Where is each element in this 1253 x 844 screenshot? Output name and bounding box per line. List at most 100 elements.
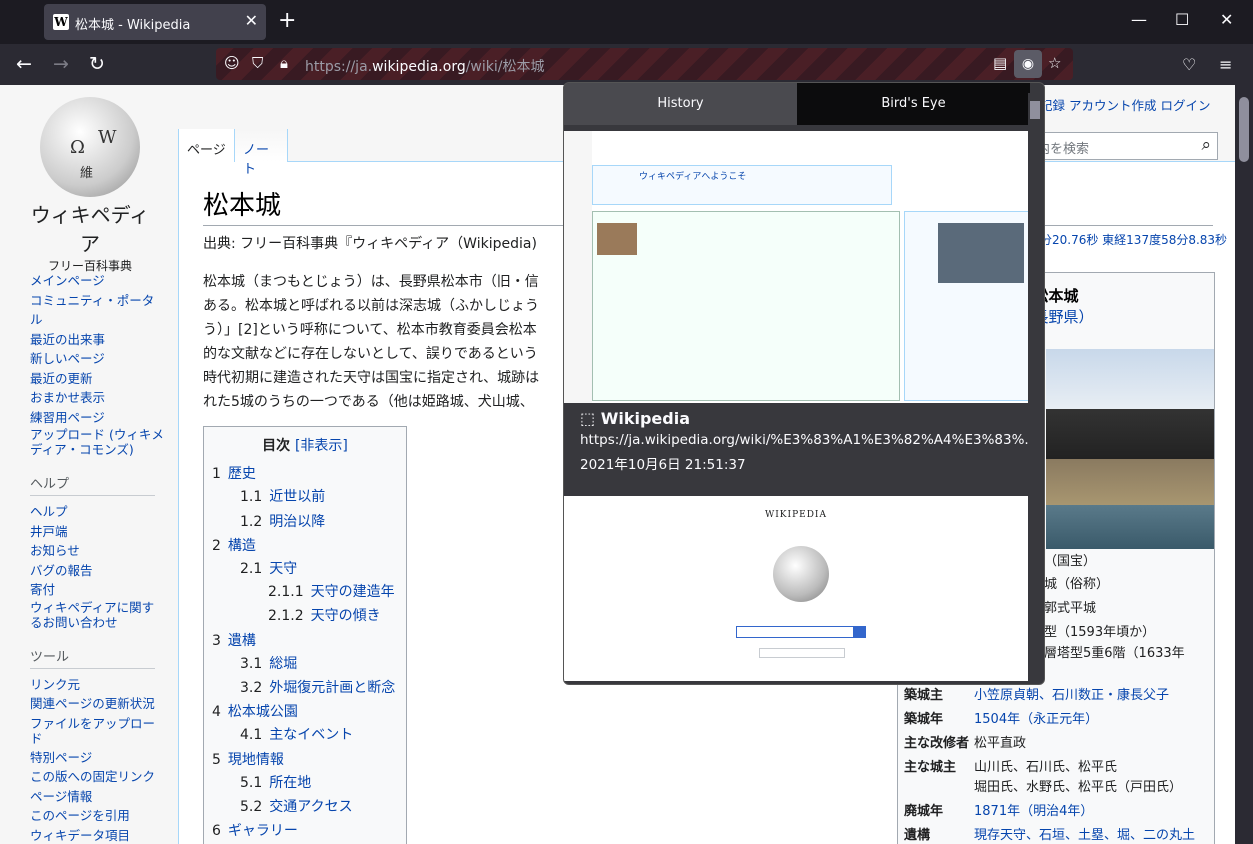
toc-item[interactable]: 1.2 明治以降 [240, 511, 325, 531]
toc-item[interactable]: 4.1 主なイベント [240, 724, 353, 744]
sidebar-link[interactable]: ヘルプ [30, 502, 165, 522]
infobox-row: 主な城主 山川氏、石川氏、松平氏 [904, 760, 1118, 775]
sidebar-link[interactable]: このページを引用 [30, 806, 165, 826]
forward-icon[interactable]: → [53, 53, 69, 75]
toc-item[interactable]: 3 遺構 [212, 630, 256, 650]
toc-item[interactable]: 2.1.2 天守の傾き [268, 605, 381, 625]
close-tab-icon[interactable]: ✕ [245, 11, 258, 30]
toc-item[interactable]: 3.1 総堀 [240, 653, 297, 673]
page-thumbnail[interactable]: ウィキペディアへようこそ [564, 131, 1028, 403]
sidebar-link[interactable]: ウィキペディアに関するお問い合わせ [30, 600, 165, 630]
new-tab-button[interactable]: + [278, 8, 296, 33]
reload-icon[interactable]: ↻ [89, 53, 105, 75]
sidebar-link[interactable]: ファイルをアップロード [30, 716, 165, 746]
shield-icon[interactable]: ⛉ [252, 54, 263, 72]
toc-item[interactable]: 2.1.1 天守の建造年 [268, 581, 395, 601]
article-intro: 松本城（まつもとじょう）は、長野県松本市（旧・信 ある。松本城と呼ばれる以前は深… [203, 270, 583, 414]
toc-item[interactable]: 5.2 交通アクセス [240, 796, 353, 816]
tab-page[interactable]: ページ [178, 129, 234, 162]
toc-item[interactable]: 5 現地情報 [212, 749, 284, 769]
sidebar-link[interactable]: 新しいページ [30, 349, 165, 369]
thumbnail-search-button [854, 626, 866, 638]
wordmark: ウィキペディア [30, 203, 150, 256]
window-close-icon[interactable]: ✕ [1220, 10, 1233, 29]
reader-view-icon[interactable]: ▤ [993, 54, 1007, 72]
thumbnail-search [736, 626, 854, 638]
toc-item[interactable]: 2 構造 [212, 535, 256, 555]
text-line: 松本城（まつもとじょう）は、長野県松本市（旧・信 [203, 274, 539, 290]
article-source: 出典: フリー百科事典『ウィキペディア（Wikipedia) [203, 236, 537, 252]
toc-item[interactable]: 5.1 所在地 [240, 772, 311, 792]
search-input[interactable]: 内を検索 ⌕ [1030, 132, 1218, 160]
tab-birds-eye[interactable]: Bird's Eye [797, 83, 1030, 125]
pocket-icon[interactable]: ♡ [1182, 55, 1196, 74]
infobox-row: 堀田氏、水野氏、松平氏（戸田氏） [974, 780, 1183, 795]
history-entry-info[interactable]: ⬚ Wikipedia https://ja.wikipedia.org/wik… [564, 403, 1037, 496]
toc-item[interactable]: 1.1 近世以前 [240, 486, 325, 506]
sidebar-link[interactable]: 特別ページ [30, 748, 165, 768]
sidebar-link[interactable]: リンク元 [30, 675, 165, 695]
sidebar-link[interactable]: お知らせ [30, 541, 165, 561]
sidebar-link[interactable]: アップロード (ウィキメディア・コモンズ) [30, 427, 165, 457]
infobox-value: 城（俗称） [1044, 577, 1110, 592]
minimize-icon[interactable]: — [1131, 10, 1147, 29]
sidebar-link[interactable]: メインページ [30, 271, 165, 291]
page-scrollbar[interactable] [1235, 85, 1253, 844]
history-entry-date: 2021年10月6日 21:51:37 [580, 457, 746, 473]
sidebar-link[interactable]: コミュニティ・ポータル [30, 291, 165, 330]
text-line: 的な文献などに存在しないとして、誤りであるという [203, 346, 538, 362]
toc-item[interactable]: 6 ギャラリー [212, 820, 298, 840]
sidebar-link[interactable]: 寄付 [30, 580, 165, 600]
maximize-icon[interactable]: ☐ [1175, 10, 1189, 29]
history-entry-title: ⬚ Wikipedia [580, 409, 690, 428]
coordinates[interactable]: 分20.76秒 東経137度58分8.83秒 [1040, 231, 1227, 248]
toc-item[interactable]: 1 歴史 [212, 463, 256, 483]
tab-title: 松本城 - Wikipedia [75, 18, 191, 33]
text-line: れた5城のうちの一つである（他は姫路城、犬山城、 [203, 394, 534, 410]
tab-note[interactable]: ノート [234, 129, 288, 177]
navigation-toolbar: ← → ↻ ☺ ⛉ 🔒︎ https://ja.wikipedia.org/wi… [0, 44, 1253, 85]
wikipedia-logo[interactable]: ΩW維 ウィキペディア フリー百科事典 [30, 97, 150, 273]
sidebar-link[interactable]: 関連ページの更新状況 [30, 694, 165, 714]
sidebar-link[interactable]: 最近の出来事 [30, 330, 165, 350]
personal-tools[interactable]: 記録 アカウント作成 ログイン [1040, 95, 1210, 114]
search-icon[interactable]: ⌕ [1201, 135, 1211, 155]
sidebar-link[interactable]: この版への固定リンク [30, 767, 165, 787]
back-icon[interactable]: ← [16, 53, 32, 75]
wikipedia-favicon-icon: W [53, 14, 69, 30]
url-bar[interactable]: ☺ ⛉ 🔒︎ https://ja.wikipedia.org/wiki/松本城… [216, 48, 1073, 80]
sidebar-link[interactable]: 最近の更新 [30, 369, 165, 389]
sidebar-link[interactable]: 井戸端 [30, 522, 165, 542]
robot-icon[interactable]: ☺ [224, 54, 240, 72]
menu-icon[interactable]: ≡ [1219, 55, 1232, 74]
tab-history[interactable]: History [564, 83, 797, 125]
sidebar-link[interactable]: おまかせ表示 [30, 388, 165, 408]
toc-item[interactable]: 4 松本城公園 [212, 701, 298, 721]
bookmark-star-icon[interactable]: ☆ [1048, 54, 1061, 72]
toc-item[interactable]: 2.1 天守 [240, 558, 297, 578]
help-heading: ヘルプ [30, 473, 155, 496]
toc-toggle[interactable]: [非表示] [295, 438, 348, 454]
scrollbar-thumb[interactable] [1239, 97, 1249, 162]
thumbnail-wordmark: WIKIPEDIA [765, 510, 827, 520]
browser-tab[interactable]: W 松本城 - Wikipedia ✕ [44, 4, 266, 40]
eye-icon[interactable]: ◉ [1014, 50, 1042, 78]
toc-item[interactable]: 3.2 外堀復元計画と断念 [240, 677, 395, 697]
text-line: ある。松本城と呼ばれる以前は深志城（ふかしじょう [203, 298, 539, 314]
url-text[interactable]: https://ja.wikipedia.org/wiki/松本城 [305, 56, 545, 76]
infobox-value: 層塔型5重6階（1633年 [1044, 646, 1185, 661]
history-entry-url: https://ja.wikipedia.org/wiki/%E3%83%A1%… [580, 432, 1038, 448]
infobox-row: 主な改修者 松平直政 [904, 736, 1027, 751]
infobox-value: 型（1593年頃か） [1044, 625, 1156, 640]
lock-icon[interactable]: 🔒︎ [280, 54, 288, 72]
toc-title: 目次 [262, 438, 291, 454]
portal-thumbnail[interactable]: WIKIPEDIA [564, 496, 1028, 681]
castle-photo[interactable] [1046, 349, 1214, 549]
sidebar-link[interactable]: 練習用ページ [30, 408, 165, 428]
sidebar-link[interactable]: バグの報告 [30, 561, 165, 581]
sidebar-link[interactable]: ページ情報 [30, 787, 165, 807]
sidebar-link[interactable]: ウィキデータ項目 [30, 826, 165, 844]
infobox-value: （国宝） [1044, 554, 1097, 569]
popup-scroll-thumb[interactable] [1030, 101, 1040, 119]
popup-scrollbar[interactable] [1028, 93, 1042, 683]
